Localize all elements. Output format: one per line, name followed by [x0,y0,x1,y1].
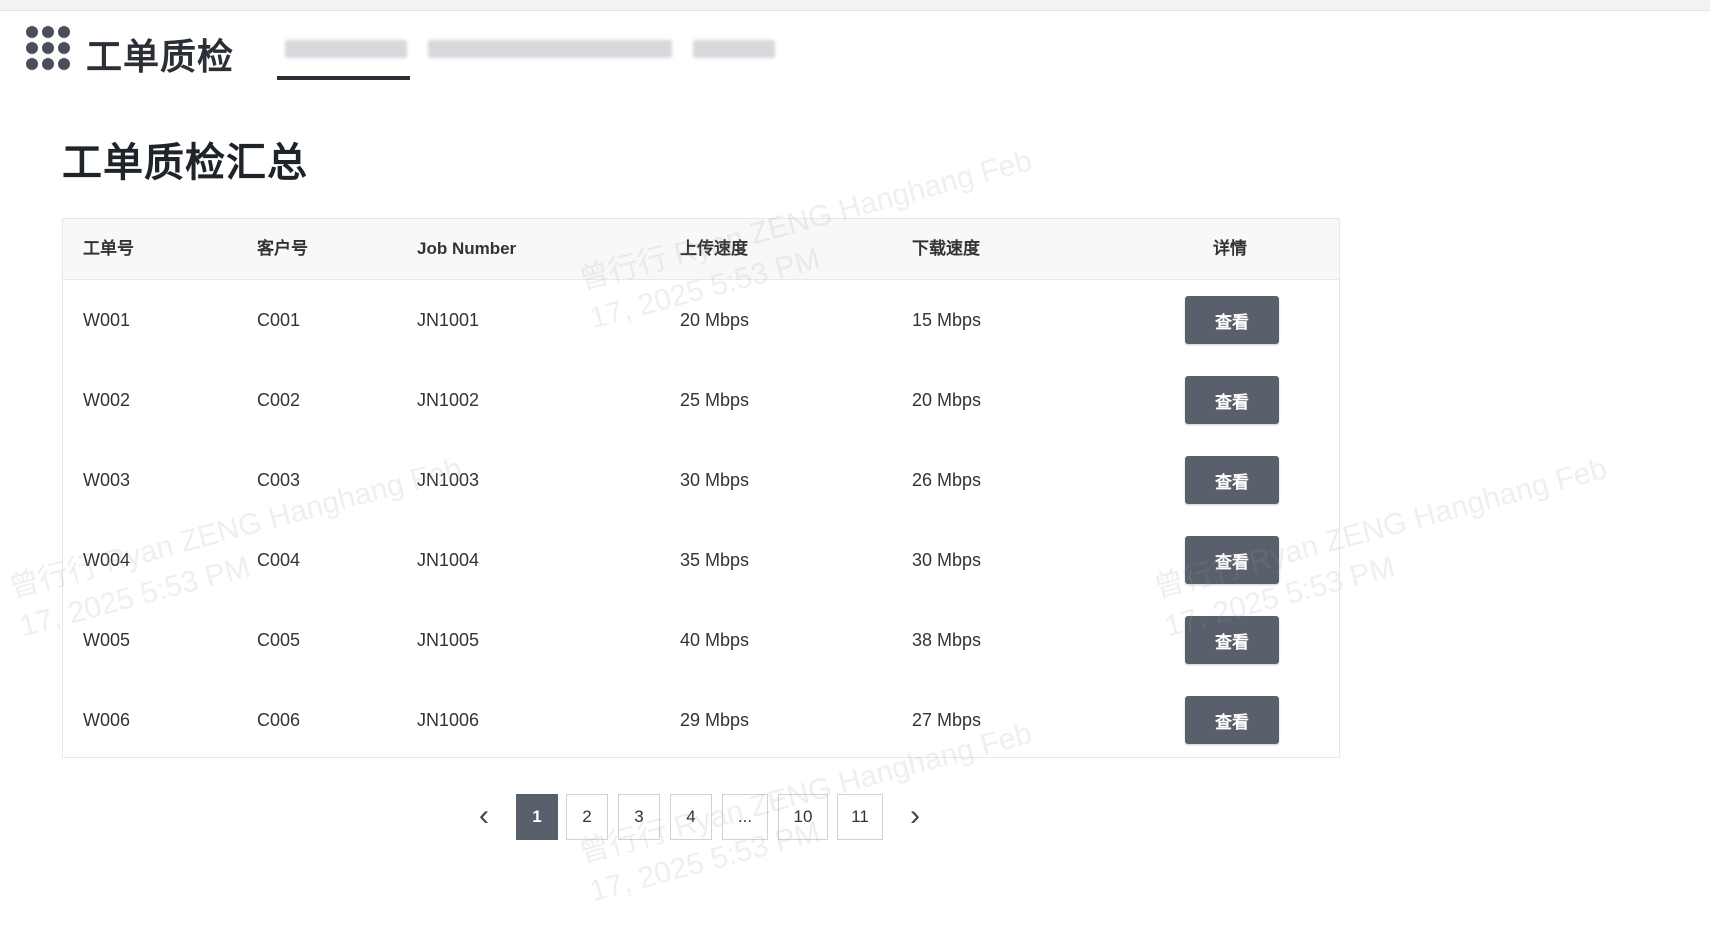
cell-order-number: W005 [83,630,131,650]
cell-download-speed: 20 Mbps [912,390,982,410]
cell-upload-speed: 29 Mbps [680,710,750,730]
cell-upload-speed: 40 Mbps [680,630,750,650]
view-details-button[interactable]: 查看 [1185,616,1279,664]
cell-order-number: W002 [83,390,131,410]
cell-upload-speed: 35 Mbps [680,550,750,570]
cell-job-number: JN1001 [417,310,480,330]
column-header-upload: 上传速度 [680,239,748,258]
app-header: 工单质检 [0,10,1710,90]
cell-job-number: JN1004 [417,550,480,570]
cell-customer-number: C003 [257,470,301,490]
table-row: W002 C002 JN1002 25 Mbps 20 Mbps 查看 [63,360,1339,440]
cell-download-speed: 30 Mbps [912,550,982,570]
active-tab-indicator [277,76,410,80]
table-row: W001 C001 JN1001 20 Mbps 15 Mbps 查看 [63,280,1339,360]
chevron-right-icon[interactable]: › [900,794,930,840]
page-button-10[interactable]: 10 [778,794,828,840]
pagination: ‹ 1 2 3 4 ... 10 11 › [0,794,1710,844]
view-details-button[interactable]: 查看 [1185,376,1279,424]
column-header-details: 详情 [1213,239,1247,258]
work-order-table: 工单号 客户号 Job Number 上传速度 下载速度 详情 W001 C00… [62,218,1340,758]
cell-download-speed: 26 Mbps [912,470,982,490]
page-ellipsis[interactable]: ... [722,794,768,840]
nav-tab-3[interactable] [693,40,775,58]
cell-customer-number: C002 [257,390,301,410]
table-row: W006 C006 JN1006 29 Mbps 27 Mbps 查看 [63,680,1339,760]
page-button-4[interactable]: 4 [670,794,712,840]
cell-order-number: W004 [83,550,131,570]
page-button-1[interactable]: 1 [516,794,558,840]
view-details-button[interactable]: 查看 [1185,696,1279,744]
cell-job-number: JN1002 [417,390,480,410]
app-title: 工单质检 [86,36,235,77]
column-header-download: 下载速度 [912,239,980,258]
view-details-button[interactable]: 查看 [1185,456,1279,504]
cell-customer-number: C006 [257,710,301,730]
page-button-2[interactable]: 2 [566,794,608,840]
column-header-customer: 客户号 [257,239,308,258]
column-header-job-number: Job Number [417,239,517,258]
page-title: 工单质检汇总 [62,141,308,185]
cell-customer-number: C004 [257,550,301,570]
cell-upload-speed: 30 Mbps [680,470,750,490]
view-details-button[interactable]: 查看 [1185,296,1279,344]
chevron-left-icon[interactable]: ‹ [469,794,499,840]
table-row: W004 C004 JN1004 35 Mbps 30 Mbps 查看 [63,520,1339,600]
cell-order-number: W006 [83,710,131,730]
column-header-order: 工单号 [83,239,134,258]
page-button-3[interactable]: 3 [618,794,660,840]
cell-order-number: W003 [83,470,131,490]
nav-tab-2[interactable] [428,40,672,58]
table-row: W005 C005 JN1005 40 Mbps 38 Mbps 查看 [63,600,1339,680]
nav-tab-1[interactable] [285,40,407,58]
grid-dots-icon [26,26,70,70]
table-header: 工单号 客户号 Job Number 上传速度 下载速度 详情 [63,219,1339,280]
cell-download-speed: 15 Mbps [912,310,982,330]
page-button-11[interactable]: 11 [837,794,883,840]
table-row: W003 C003 JN1003 30 Mbps 26 Mbps 查看 [63,440,1339,520]
cell-upload-speed: 25 Mbps [680,390,750,410]
cell-customer-number: C001 [257,310,301,330]
cell-job-number: JN1006 [417,710,480,730]
cell-job-number: JN1003 [417,470,480,490]
cell-job-number: JN1005 [417,630,480,650]
view-details-button[interactable]: 查看 [1185,536,1279,584]
cell-download-speed: 27 Mbps [912,710,982,730]
cell-upload-speed: 20 Mbps [680,310,750,330]
cell-customer-number: C005 [257,630,301,650]
cell-download-speed: 38 Mbps [912,630,982,650]
cell-order-number: W001 [83,310,131,330]
